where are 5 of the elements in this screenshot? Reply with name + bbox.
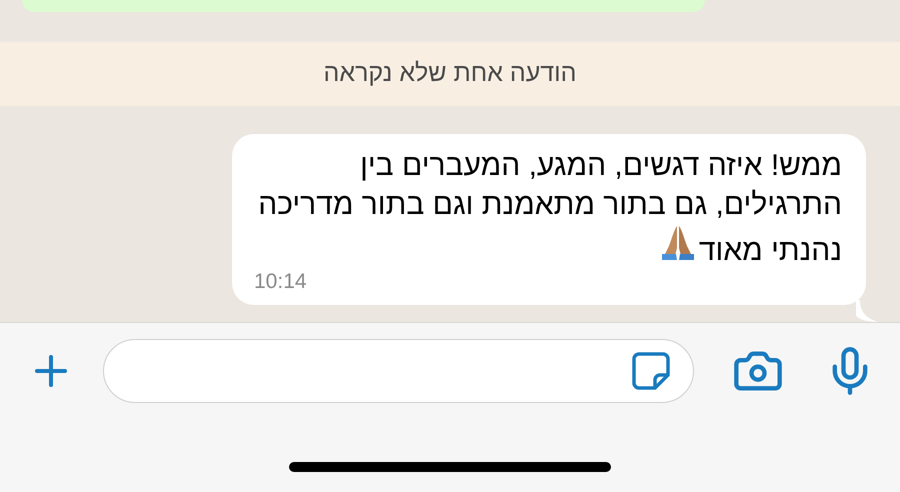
message-text: ממש! איזה דגשים, המגע, המעברים בין התרגילים, גם בתור מתאמנת וגם בתור מדריכה נהנתי מאוד	[257, 148, 842, 269]
sticker-icon[interactable]	[631, 351, 671, 391]
praying-hands-icon	[660, 224, 695, 260]
unread-messages-label: הודעה אחת שלא נקראה	[324, 58, 576, 90]
message-time: 10:14	[254, 270, 307, 294]
